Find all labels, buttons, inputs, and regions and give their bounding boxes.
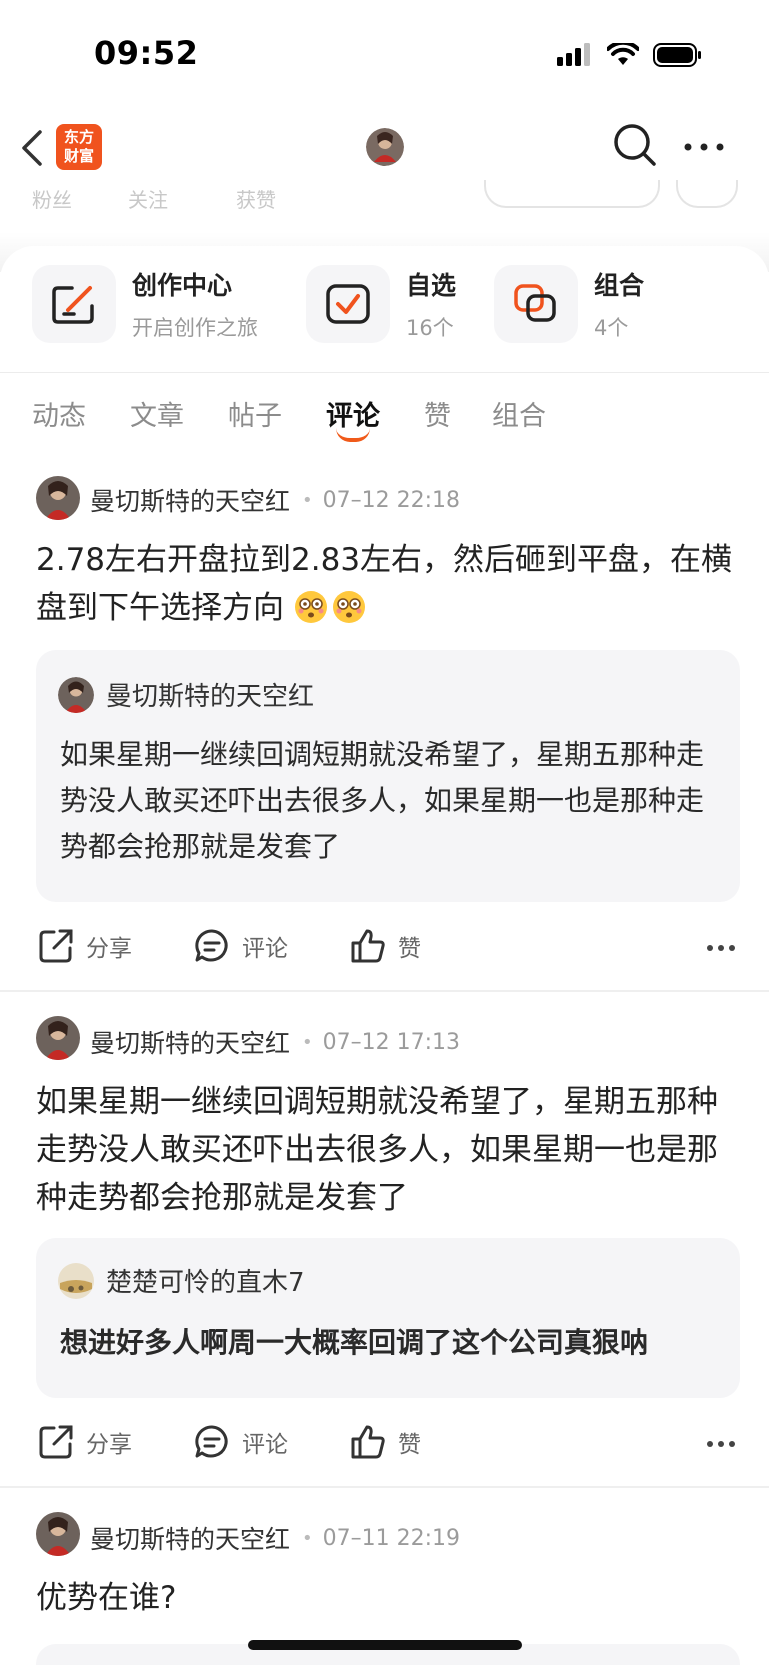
post-meta: 曼切斯特的天空红 • 07–12 22:18 bbox=[90, 482, 460, 518]
faded-button-small bbox=[676, 180, 738, 208]
quoted-author: 楚楚可怜的直木7 bbox=[58, 1262, 305, 1299]
thumbs-up-icon bbox=[351, 929, 385, 963]
quoted-post[interactable]: 楚楚可怜的直木7 想进好多人啊周一大概率回调了这个公司真狠呐 bbox=[36, 1238, 740, 1398]
creation-center-button[interactable]: 创作中心 开启创作之旅 bbox=[32, 264, 258, 344]
portfolio-button[interactable]: 组合 4个 bbox=[494, 264, 644, 344]
post-time: 07–12 17:13 bbox=[322, 1029, 461, 1055]
tab-portfolio[interactable]: 组合 bbox=[492, 394, 546, 433]
dizzy-face-icon bbox=[332, 590, 366, 624]
dizzy-face-icon bbox=[294, 590, 328, 624]
share-button[interactable]: 分享 bbox=[38, 928, 132, 964]
post-author-name[interactable]: 曼切斯特的天空红 bbox=[90, 482, 290, 518]
likes-label: 获赞 bbox=[236, 188, 276, 212]
post-divider bbox=[0, 990, 769, 992]
post-text[interactable]: 2.78左右开盘拉到2.83左右，然后砸到平盘，在横盘到下午选择方向 bbox=[36, 536, 742, 632]
quoted-author: 曼切斯特的天空红 bbox=[58, 676, 314, 713]
share-icon bbox=[39, 929, 73, 963]
watchlist-button[interactable]: 自选 16个 bbox=[306, 264, 456, 344]
quoted-text: 如果星期一继续回调短期就没希望了，星期五那种走势没人敢买还吓出去很多人，如果星期… bbox=[60, 738, 705, 863]
quoted-author-avatar bbox=[58, 676, 94, 713]
back-arrow-icon[interactable] bbox=[18, 128, 48, 168]
post-author-avatar[interactable] bbox=[36, 1512, 80, 1556]
post-meta: 曼切斯特的天空红 • 07–12 17:13 bbox=[90, 1024, 460, 1060]
comment-icon bbox=[195, 1425, 228, 1458]
top-nav-bar: 东方 财富 bbox=[0, 110, 769, 190]
post-time: 07–12 22:18 bbox=[322, 487, 461, 513]
post-meta: 曼切斯特的天空红 • 07–11 22:19 bbox=[90, 1520, 460, 1556]
tab-posts[interactable]: 帖子 bbox=[228, 394, 282, 433]
wifi-icon bbox=[607, 43, 639, 65]
home-indicator[interactable] bbox=[248, 1640, 522, 1650]
creation-center-sub: 开启创作之旅 bbox=[132, 316, 258, 340]
quoted-post[interactable]: 曼切斯特的天空红 如果星期一继续回调短期就没希望了，星期五那种走势没人敢买还吓出… bbox=[36, 650, 740, 902]
watchlist-title: 自选 bbox=[406, 271, 457, 300]
comment-button[interactable]: 评论 bbox=[194, 928, 288, 964]
battery-icon bbox=[653, 43, 701, 67]
like-button[interactable]: 赞 bbox=[350, 928, 421, 964]
thumbs-up-icon bbox=[351, 1425, 385, 1459]
edit-icon bbox=[52, 286, 94, 324]
portfolio-icon bbox=[514, 284, 556, 322]
creation-center-icon-box bbox=[32, 265, 116, 343]
portfolio-count: 4个 bbox=[594, 316, 629, 340]
post-more-icon[interactable] bbox=[706, 944, 736, 952]
comment-button[interactable]: 评论 bbox=[194, 1424, 288, 1460]
quoted-author-name: 曼切斯特的天空红 bbox=[106, 682, 315, 712]
post-time: 07–11 22:19 bbox=[322, 1525, 461, 1551]
status-icons bbox=[557, 42, 703, 68]
portfolio-icon-box bbox=[494, 265, 578, 343]
post-author-avatar[interactable] bbox=[36, 1016, 80, 1060]
portfolio-title: 组合 bbox=[594, 271, 645, 300]
post-author-name[interactable]: 曼切斯特的天空红 bbox=[90, 1520, 290, 1556]
post-text[interactable]: 优势在谁? bbox=[36, 1574, 742, 1622]
signal-icon bbox=[557, 43, 590, 66]
fans-label: 粉丝 bbox=[32, 188, 72, 212]
like-button[interactable]: 赞 bbox=[350, 1424, 421, 1460]
tab-activity[interactable]: 动态 bbox=[32, 394, 86, 433]
post-text[interactable]: 如果星期一继续回调短期就没希望了，星期五那种走势没人敢买还吓出去很多人，如果星期… bbox=[36, 1078, 742, 1222]
section-divider bbox=[0, 372, 769, 373]
quoted-author-avatar bbox=[58, 1262, 94, 1299]
checkbox-icon bbox=[326, 284, 370, 324]
post-more-icon[interactable] bbox=[706, 1440, 736, 1448]
post-author-name[interactable]: 曼切斯特的天空红 bbox=[90, 1024, 290, 1060]
quoted-author-name: 楚楚可怜的直木7 bbox=[106, 1268, 305, 1298]
tab-articles[interactable]: 文章 bbox=[130, 394, 184, 433]
follow-label: 关注 bbox=[128, 188, 168, 212]
more-options-icon[interactable] bbox=[682, 142, 726, 152]
creation-center-title: 创作中心 bbox=[132, 271, 233, 300]
post-author-avatar[interactable] bbox=[36, 476, 80, 520]
post-divider bbox=[0, 1486, 769, 1488]
watchlist-icon-box bbox=[306, 265, 390, 343]
faded-button bbox=[484, 180, 660, 208]
share-button[interactable]: 分享 bbox=[38, 1424, 132, 1460]
comment-icon bbox=[195, 929, 228, 962]
quoted-text: 想进好多人啊周一大概率回调了这个公司真狠呐 bbox=[60, 1326, 649, 1359]
watchlist-count: 16个 bbox=[406, 316, 454, 340]
share-icon bbox=[39, 1425, 73, 1459]
app-logo[interactable]: 东方 财富 bbox=[56, 124, 102, 170]
user-avatar-icon[interactable] bbox=[366, 128, 404, 166]
status-time: 09:52 bbox=[94, 34, 199, 72]
search-icon[interactable] bbox=[612, 122, 658, 168]
tab-likes[interactable]: 赞 bbox=[424, 394, 451, 433]
